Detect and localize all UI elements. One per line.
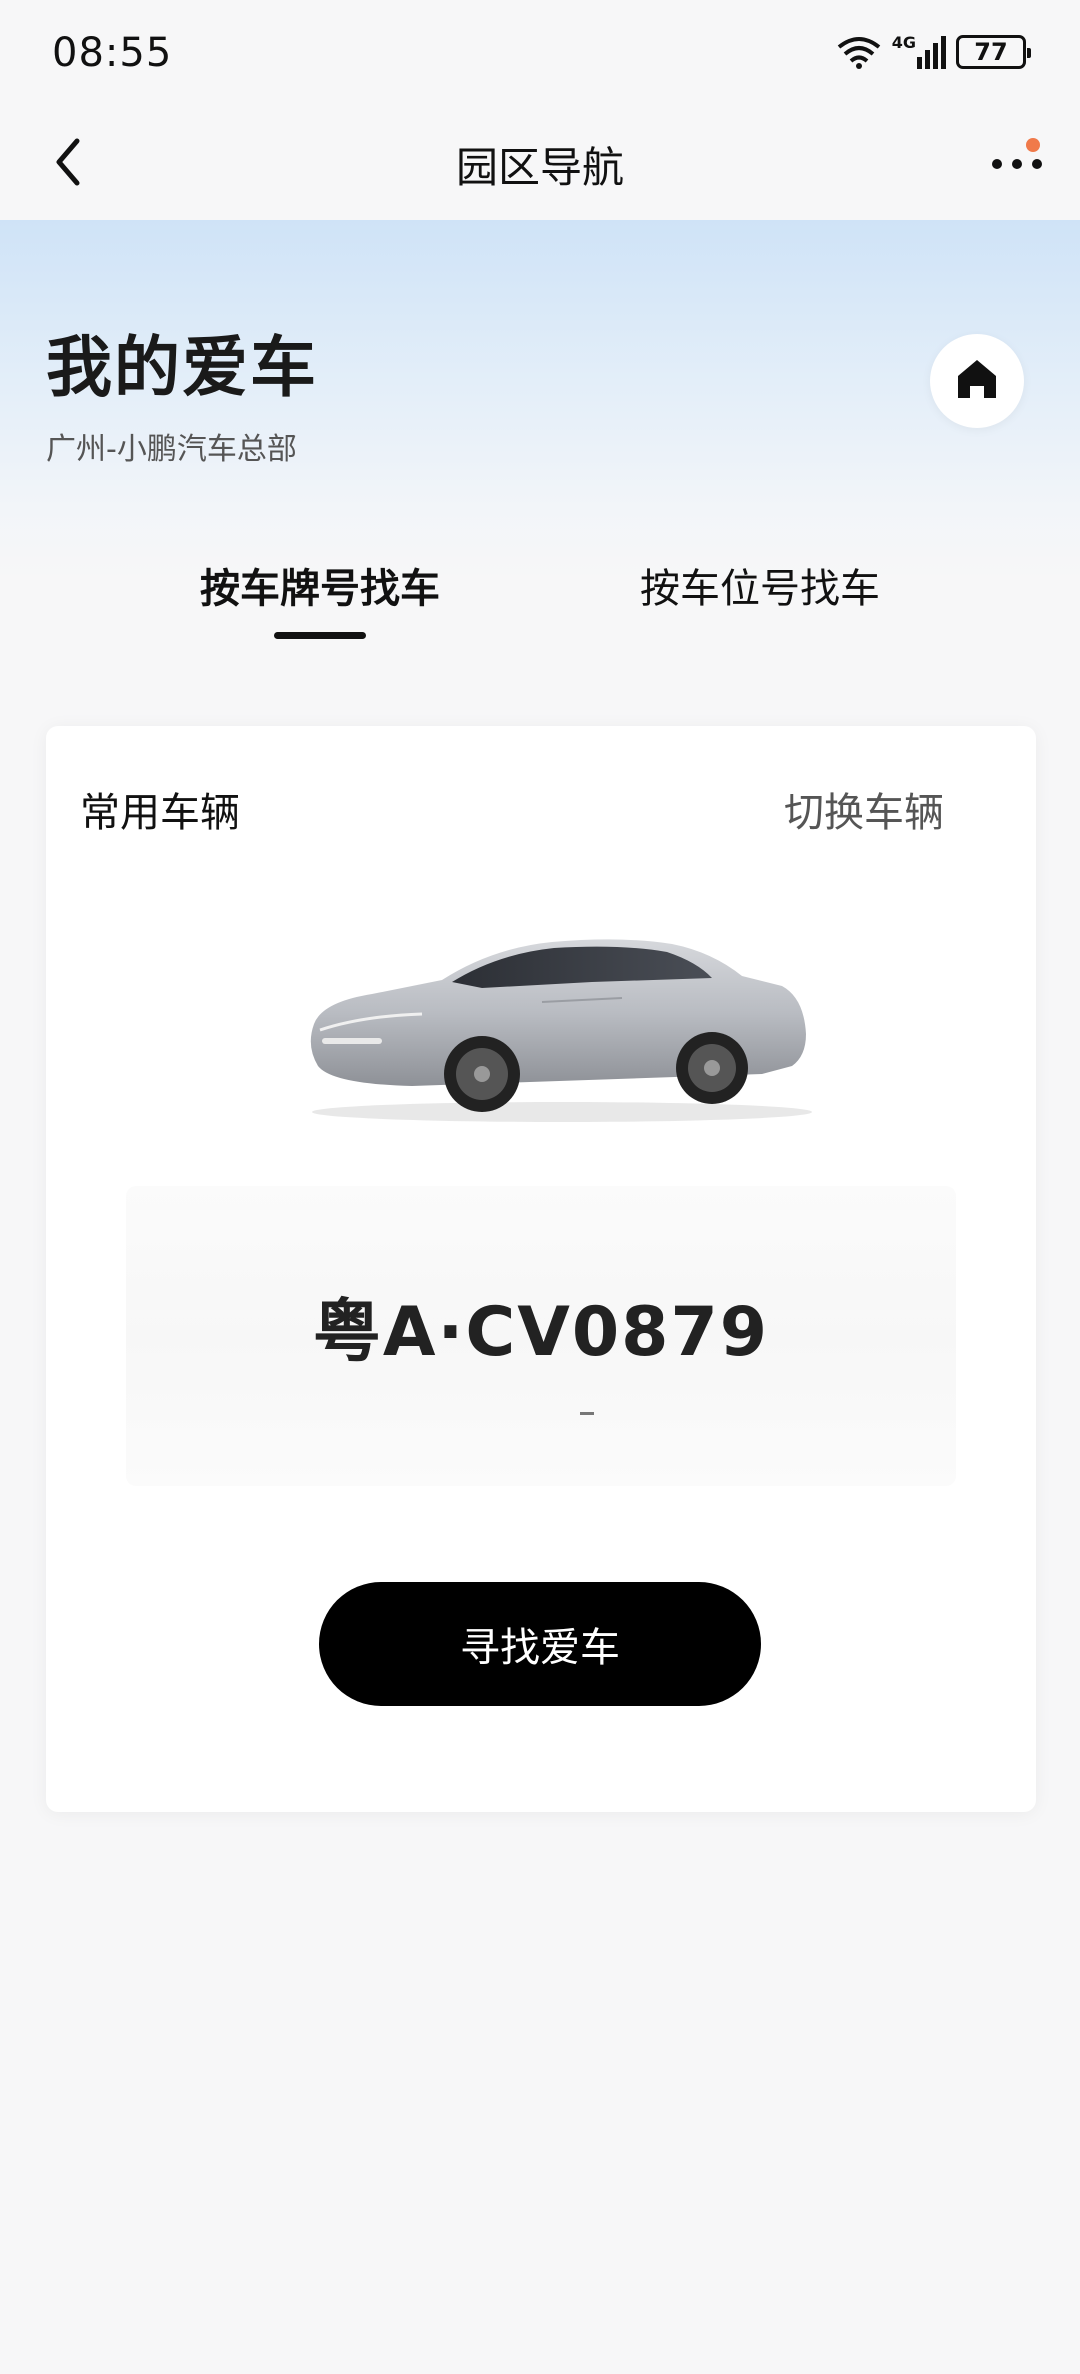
active-tab-indicator: [274, 632, 366, 639]
car-image: [292, 906, 832, 1136]
frequent-vehicle-label: 常用车辆: [80, 790, 240, 836]
battery-icon: 77: [956, 35, 1031, 69]
signal-bars-icon: [916, 35, 946, 69]
hero-title: 我的爱车: [46, 329, 318, 406]
home-icon: [954, 356, 1000, 406]
battery-level: 77: [974, 38, 1008, 66]
vehicle-card: 常用车辆 切换车辆 粤A·CV0879 寻找爱车: [46, 726, 1036, 1812]
find-car-button[interactable]: 寻找爱车: [319, 1582, 761, 1706]
text-cursor: [580, 1412, 594, 1415]
hero-section: 我的爱车 广州-小鹏汽车总部: [0, 220, 1080, 580]
notification-dot: [1026, 138, 1040, 152]
network-type-label: 4G: [891, 33, 916, 52]
more-button[interactable]: [982, 132, 1052, 196]
tab-by-parking-slot[interactable]: 按车位号找车: [540, 556, 980, 614]
wifi-icon: [836, 35, 882, 69]
plate-display: 粤A·CV0879: [126, 1186, 956, 1486]
license-plate-number: 粤A·CV0879: [312, 1293, 770, 1372]
tab-by-plate[interactable]: 按车牌号找车: [100, 556, 540, 614]
status-time: 08:55: [52, 30, 173, 76]
status-bar: 08:55 4G 77: [0, 0, 1080, 110]
more-horizontal-icon: [991, 155, 1043, 174]
cellular-indicator: 4G: [892, 35, 946, 69]
switch-vehicle-link[interactable]: 切换车辆: [784, 780, 944, 838]
page-title: 园区导航: [455, 143, 624, 192]
status-icons: 4G 77: [836, 30, 1031, 74]
home-button[interactable]: [930, 334, 1024, 428]
nav-header: 园区导航: [0, 110, 1080, 220]
search-mode-tabs: 按车牌号找车 按车位号找车: [0, 556, 1080, 646]
location-subtitle: 广州-小鹏汽车总部: [46, 432, 297, 467]
